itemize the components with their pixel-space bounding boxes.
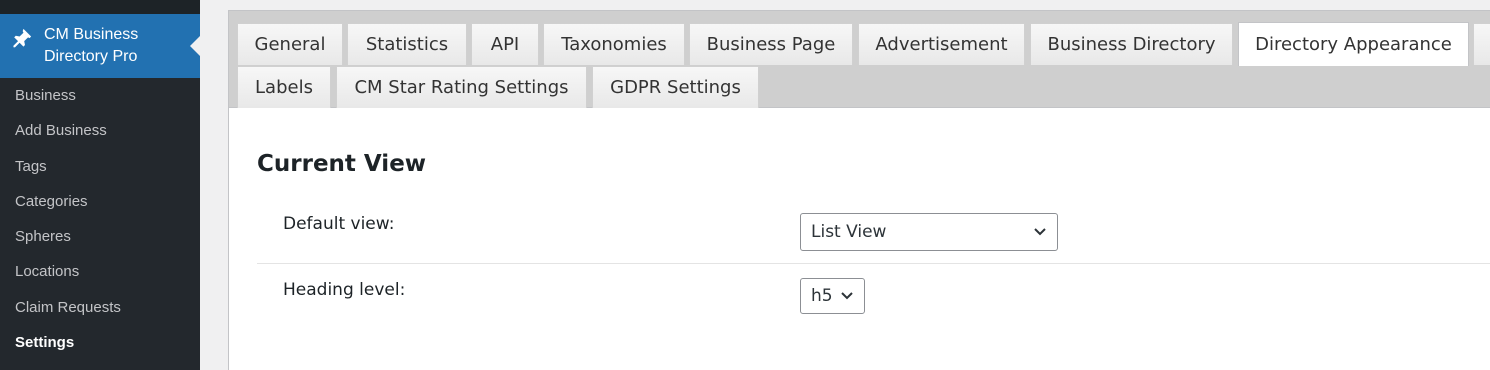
tab-api[interactable]: API bbox=[471, 23, 539, 65]
default-view-select[interactable]: List View bbox=[800, 213, 1058, 251]
heading-level-label: Heading level: bbox=[283, 280, 406, 300]
admin-sidebar: CM Business Directory Pro Business Add B… bbox=[0, 0, 200, 370]
section-title: Current View bbox=[257, 151, 427, 177]
tab-labels[interactable]: Labels bbox=[237, 66, 331, 108]
sidebar-item-business[interactable]: Business bbox=[0, 78, 200, 113]
tab-advertisement[interactable]: Advertisement bbox=[858, 23, 1025, 65]
tab-general[interactable]: General bbox=[237, 23, 343, 65]
sidebar-item-claim-requests[interactable]: Claim Requests bbox=[0, 290, 200, 325]
chevron-down-icon bbox=[841, 292, 853, 300]
sidebar-top-strip bbox=[0, 0, 200, 14]
plugin-menu-title-line1: CM Business bbox=[44, 26, 139, 43]
tab-directory-appearance[interactable]: Directory Appearance bbox=[1238, 22, 1469, 66]
heading-level-select[interactable]: h5 bbox=[800, 278, 865, 314]
tab-business-directory[interactable]: Business Directory bbox=[1030, 23, 1233, 65]
sidebar-item-add-business[interactable]: Add Business bbox=[0, 113, 200, 148]
field-divider bbox=[257, 263, 1490, 264]
tab-cm-star-rating-settings[interactable]: CM Star Rating Settings bbox=[336, 66, 587, 108]
sidebar-item-settings[interactable]: Settings bbox=[0, 325, 200, 360]
tab-taxonomies[interactable]: Taxonomies bbox=[543, 23, 685, 65]
default-view-label: Default view: bbox=[283, 214, 395, 234]
tab-gdpr-settings[interactable]: GDPR Settings bbox=[592, 66, 759, 108]
heading-level-select-value: h5 bbox=[811, 286, 833, 306]
sidebar-item-categories[interactable]: Categories bbox=[0, 184, 200, 219]
plugin-menu-title-line2: Directory Pro bbox=[44, 48, 138, 65]
current-menu-arrow bbox=[190, 36, 200, 56]
default-view-select-value: List View bbox=[811, 222, 887, 242]
sidebar-item-locations[interactable]: Locations bbox=[0, 254, 200, 289]
plugin-menu-title: CM Business Directory Pro bbox=[44, 24, 138, 68]
sidebar-item-spheres[interactable]: Spheres bbox=[0, 219, 200, 254]
sidebar-menu-current[interactable]: CM Business Directory Pro bbox=[0, 14, 200, 78]
tab-statistics[interactable]: Statistics bbox=[347, 23, 467, 65]
tab-overflow-partial[interactable] bbox=[1473, 23, 1490, 65]
sidebar-item-tags[interactable]: Tags bbox=[0, 149, 200, 184]
chevron-down-icon bbox=[1034, 228, 1046, 236]
pushpin-icon bbox=[13, 28, 32, 48]
settings-tabs: General Statistics API Taxonomies Busine… bbox=[229, 11, 1490, 108]
tab-business-page[interactable]: Business Page bbox=[689, 23, 853, 65]
sidebar-submenu: Business Add Business Tags Categories Sp… bbox=[0, 78, 200, 360]
settings-panel: General Statistics API Taxonomies Busine… bbox=[228, 10, 1490, 370]
